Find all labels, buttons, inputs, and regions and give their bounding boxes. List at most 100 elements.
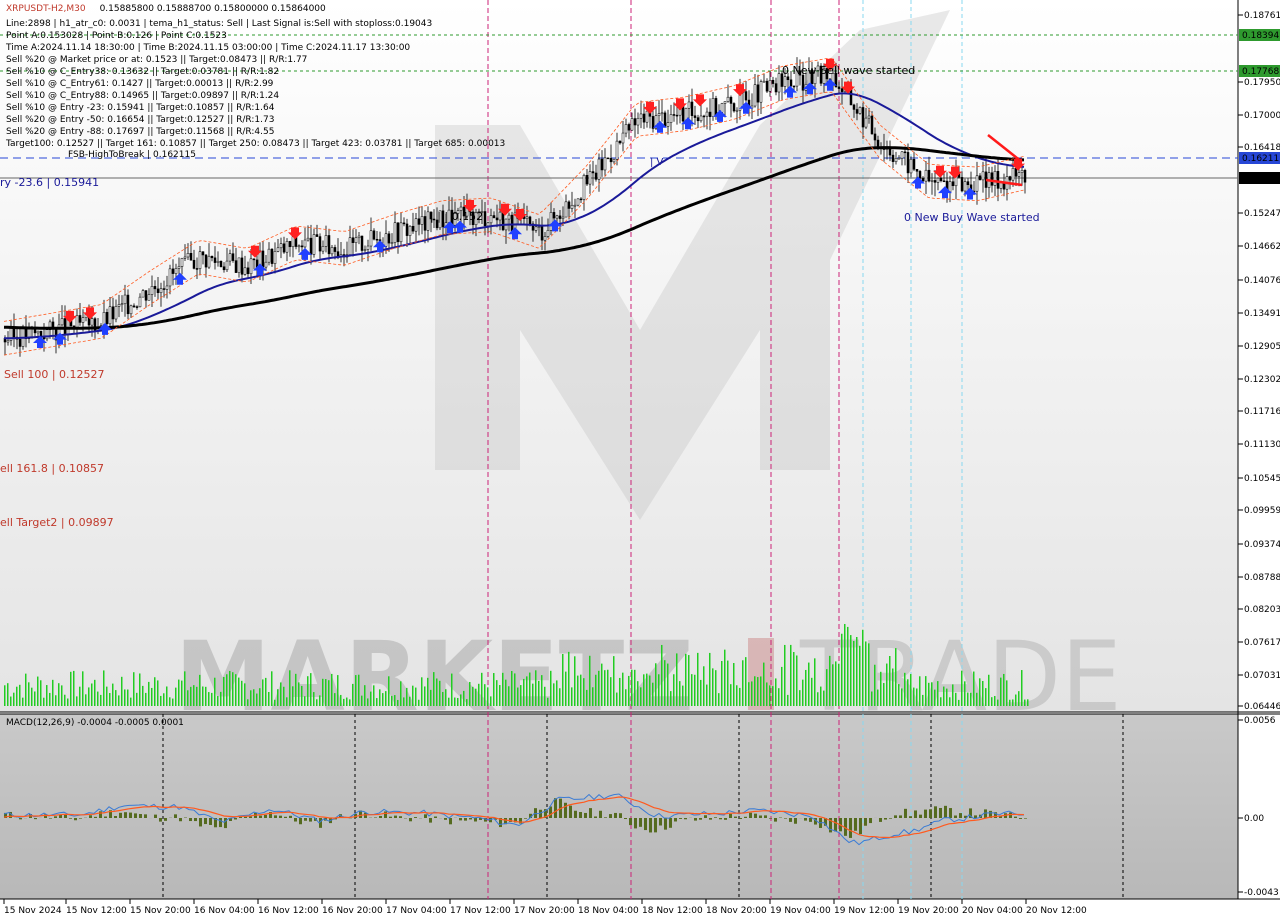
volume-bar <box>709 653 711 706</box>
candle-body <box>412 226 414 231</box>
volume-bar <box>712 668 714 706</box>
ohlc-values: 0.15885800 0.15888700 0.15800000 0.15864… <box>100 4 326 14</box>
volume-bar <box>1018 691 1020 706</box>
volume-bar <box>847 627 849 706</box>
candle-body <box>646 111 648 122</box>
volume-bar <box>424 686 426 706</box>
candle-body <box>559 216 561 219</box>
volume-bar <box>85 694 87 706</box>
macd-histogram-bar <box>424 814 427 818</box>
macd-histogram-bar <box>259 816 262 818</box>
macd-histogram-bar <box>719 818 722 819</box>
volume-bar <box>88 687 90 706</box>
volume-bar <box>817 692 819 706</box>
volume-bar <box>838 664 840 706</box>
macd-histogram-bar <box>139 814 142 818</box>
volume-bar <box>820 687 822 706</box>
volume-bar <box>121 677 123 706</box>
volume-bar <box>457 698 459 706</box>
candle-body <box>232 254 234 261</box>
candle-body <box>637 118 639 125</box>
macd-histogram-bar <box>379 816 382 818</box>
volume-bar <box>505 680 507 706</box>
macd-histogram-bar <box>644 818 647 830</box>
candle-body <box>40 331 42 336</box>
candle-body <box>61 318 63 324</box>
volume-bar <box>625 689 627 706</box>
time-tick-label: 15 Nov 2024 <box>4 906 62 916</box>
macd-histogram-bar <box>49 818 52 819</box>
volume-bar <box>952 684 954 706</box>
volume-bar <box>124 689 126 706</box>
volume-bar <box>940 697 942 706</box>
candle-body <box>64 318 66 333</box>
volume-bar <box>757 677 759 706</box>
candle-body <box>571 205 573 208</box>
volume-bar <box>733 663 735 706</box>
macd-histogram-bar <box>599 811 602 818</box>
macd-histogram-bar <box>179 818 182 821</box>
volume-bar <box>235 674 237 706</box>
candle-body <box>286 241 288 252</box>
candle-body <box>856 109 858 113</box>
volume-bar <box>478 684 480 706</box>
volume-bar <box>130 698 132 706</box>
volume-bar <box>115 690 117 706</box>
candle-body <box>1018 173 1020 177</box>
candle-body <box>604 158 606 170</box>
volume-bar <box>265 678 267 706</box>
volume-bar <box>607 670 609 706</box>
candle-body <box>568 202 570 209</box>
candle-body <box>421 216 423 224</box>
macd-histogram-bar <box>564 803 567 818</box>
symbol-name: XRPUSDT-H2,M30 <box>6 4 86 14</box>
candle-body <box>553 212 555 218</box>
macd-histogram-bar <box>34 818 37 819</box>
candle-body <box>667 123 669 127</box>
volume-bar <box>691 674 693 706</box>
macd-histogram-bar <box>299 818 302 824</box>
price-tick-label: 0.14076 <box>1244 276 1280 286</box>
candle-body <box>145 291 147 301</box>
candle-body <box>298 246 300 247</box>
sell-100-label: Sell 100 | 0.12527 <box>4 368 105 381</box>
macd-histogram-bar <box>79 818 82 819</box>
volume-bar <box>268 692 270 706</box>
candle-body <box>592 172 594 173</box>
volume-bar <box>694 675 696 706</box>
volume-bar <box>676 653 678 706</box>
candle-body <box>181 258 183 266</box>
candle-body <box>730 97 732 103</box>
macd-histogram-bar <box>134 813 137 818</box>
macd-histogram-bar <box>204 818 207 824</box>
volume-bar <box>544 687 546 706</box>
volume-bar <box>442 692 444 706</box>
price-chart: MARKETZ TRADE 0.187610.179500.170000.164… <box>0 0 1280 920</box>
macd-histogram-bar <box>794 818 797 824</box>
candle-body <box>196 268 198 269</box>
candle-body <box>193 260 195 268</box>
volume-bar <box>283 687 285 706</box>
candle-body <box>328 235 330 253</box>
volume-bar <box>142 686 144 706</box>
macd-histogram-bar <box>94 817 97 818</box>
volume-bar <box>100 695 102 706</box>
macd-histogram-bar <box>164 818 167 821</box>
price-tick-label: 0.08788 <box>1244 573 1280 583</box>
candle-body <box>493 216 495 218</box>
candle-body <box>109 307 111 324</box>
macd-histogram-bar <box>569 806 572 818</box>
macd-histogram-bar <box>394 816 397 818</box>
volume-bar <box>103 670 105 706</box>
volume-bar <box>526 676 528 706</box>
volume-bar <box>937 681 939 706</box>
candle-body <box>283 244 285 252</box>
volume-bar <box>310 673 312 706</box>
volume-bar <box>307 676 309 706</box>
candle-body <box>967 182 969 185</box>
volume-bar <box>703 666 705 706</box>
macd-histogram-bar <box>54 816 57 818</box>
time-tick-label: 16 Nov 04:00 <box>194 906 255 916</box>
volume-bar <box>844 624 846 706</box>
volume-bar <box>40 680 42 706</box>
